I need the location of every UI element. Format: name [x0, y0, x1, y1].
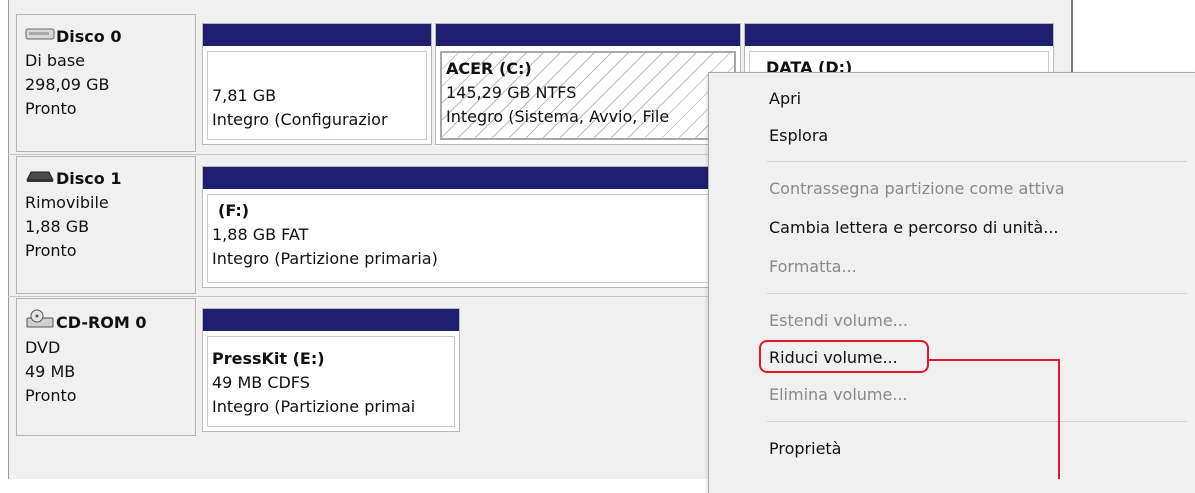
menu-separator — [767, 421, 1187, 422]
partition-title: PressKit (E:) — [212, 349, 325, 368]
cdrom-0-label[interactable]: CD-ROM 0 DVD 49 MB Pronto — [16, 298, 196, 436]
partition-bar — [203, 309, 459, 331]
partition-f[interactable]: (F:) 1,88 GB FAT Integro (Partizione pri… — [202, 166, 742, 288]
disk-name: Disco 1 — [56, 169, 122, 188]
menu-item-delete[interactable]: Elimina volume... — [769, 385, 908, 404]
disk-status: Pronto — [25, 241, 77, 260]
partition-size: 7,81 GB — [212, 86, 277, 105]
menu-item-extend[interactable]: Estendi volume... — [769, 311, 908, 330]
disk-name: Disco 0 — [56, 27, 122, 46]
disk-status: Pronto — [25, 386, 77, 405]
partition-size: 49 MB CDFS — [212, 373, 310, 392]
disk-size: 49 MB — [25, 362, 76, 381]
removable-disk-icon — [25, 167, 55, 191]
menu-item-open[interactable]: Apri — [769, 89, 801, 108]
disk-type: Di base — [25, 51, 85, 70]
partition-size: 1,88 GB FAT — [212, 225, 309, 244]
disk-1-label[interactable]: Disco 1 Rimovibile 1,88 GB Pronto — [16, 156, 196, 294]
disk-status: Pronto — [25, 99, 77, 118]
menu-item-format[interactable]: Formatta... — [769, 257, 857, 276]
cdrom-icon — [25, 309, 55, 336]
partition-size: 145,29 GB NTFS — [446, 83, 577, 102]
menu-item-change-letter[interactable]: Cambia lettera e percorso di unità... — [769, 218, 1058, 237]
menu-item-mark-active[interactable]: Contrassegna partizione come attiva — [769, 179, 1065, 198]
disk-type: Rimovibile — [25, 193, 109, 212]
partition-status: Integro (Partizione primai — [212, 397, 416, 416]
partition-bar — [745, 24, 1053, 46]
partition-title: (F:) — [218, 201, 250, 220]
partition-status: Integro (Sistema, Avvio, File — [446, 107, 670, 126]
callout-line-vertical — [1058, 359, 1060, 479]
callout-line-horizontal — [929, 359, 1060, 361]
partition-title: ACER (C:) — [446, 59, 532, 78]
disk-0-label[interactable]: Disco 0 Di base 298,09 GB Pronto — [16, 14, 196, 152]
partition-bar — [436, 24, 740, 46]
disk-name: CD-ROM 0 — [56, 312, 147, 332]
disk-size: 1,88 GB — [25, 217, 90, 236]
partition-bar — [203, 167, 741, 189]
shrink-highlight-box — [759, 340, 929, 373]
menu-separator — [767, 161, 1187, 162]
menu-item-explore[interactable]: Esplora — [769, 126, 828, 145]
hard-disk-icon — [25, 25, 55, 49]
partition-disk0-recovery[interactable]: 7,81 GB Integro (Configurazior — [202, 23, 432, 145]
disk-size: 298,09 GB — [25, 75, 110, 94]
menu-item-properties[interactable]: Proprietà — [769, 439, 841, 458]
disk-type: DVD — [25, 338, 61, 357]
partition-presskit-e[interactable]: PressKit (E:) 49 MB CDFS Integro (Partiz… — [202, 308, 460, 432]
partition-bar — [203, 24, 431, 46]
row-divider — [8, 296, 708, 297]
row-divider — [8, 154, 708, 155]
menu-separator — [767, 293, 1187, 294]
partition-status: Integro (Partizione primaria) — [212, 249, 438, 268]
partition-status: Integro (Configurazior — [212, 110, 388, 129]
context-menu: Apri Esplora Contrassegna partizione com… — [708, 72, 1195, 493]
partition-acer-c[interactable]: ACER (C:) 145,29 GB NTFS Integro (Sistem… — [435, 23, 741, 145]
